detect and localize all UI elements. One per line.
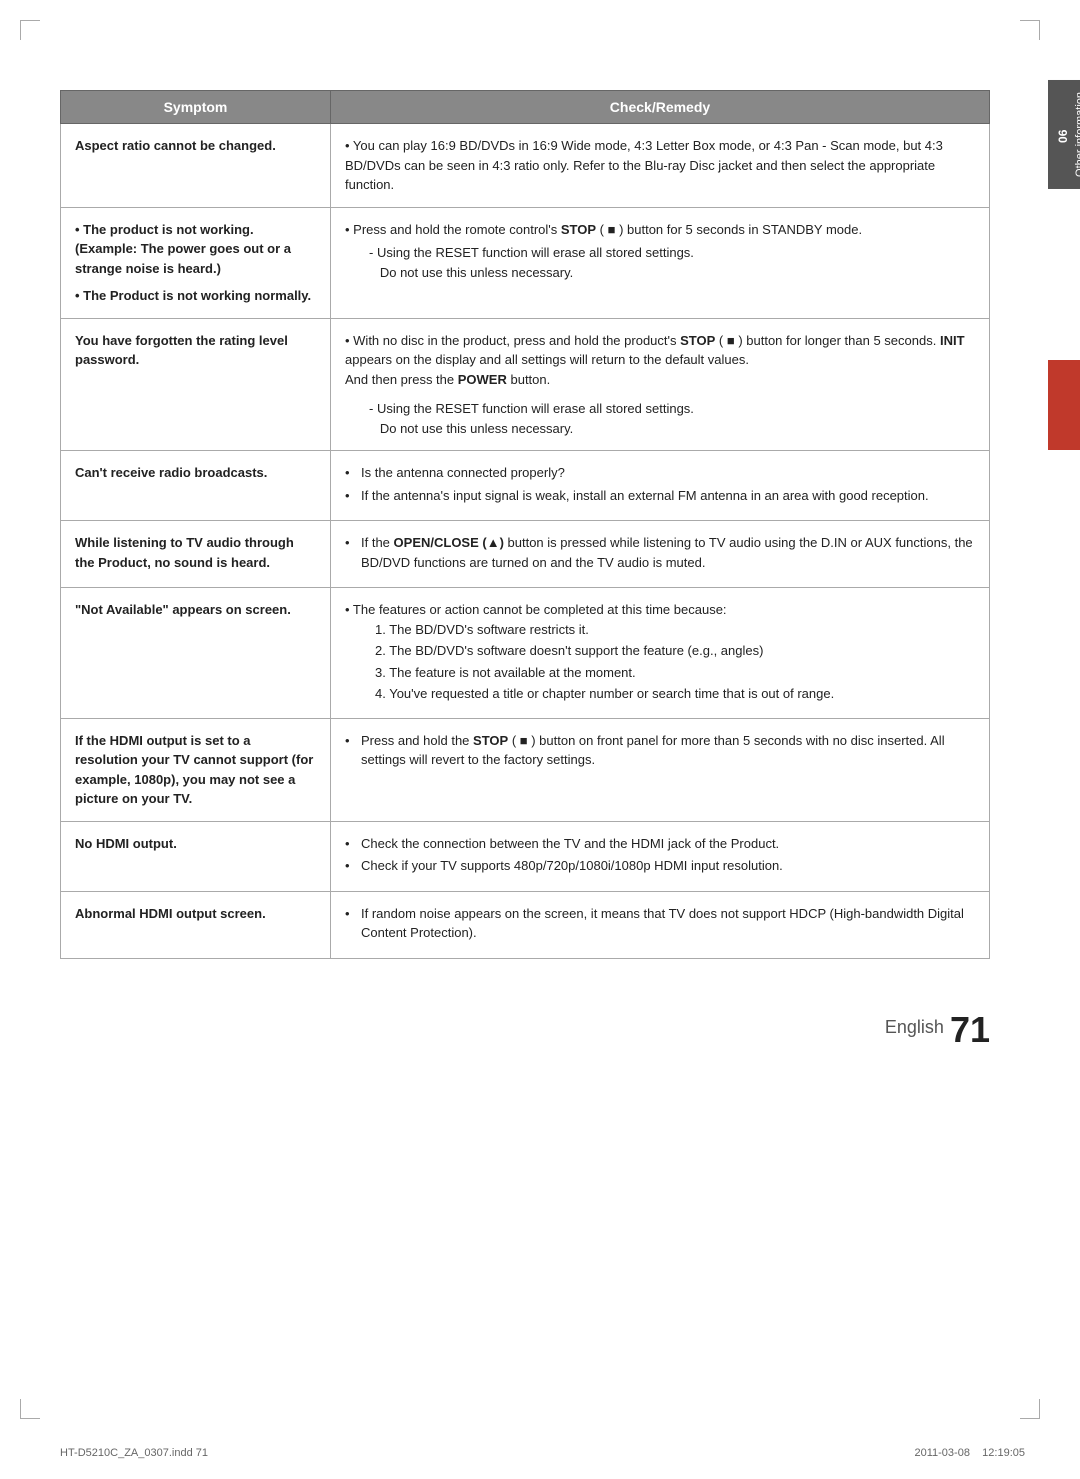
remedy-intro: • The features or action cannot be compl…	[345, 600, 975, 620]
remedy-cell: Press and hold the STOP ( ■ ) button on …	[331, 718, 990, 821]
remedy-cell: If random noise appears on the screen, i…	[331, 891, 990, 958]
english-label: English	[885, 1017, 944, 1051]
remedy-item: If the antenna's input signal is weak, i…	[345, 486, 975, 506]
red-bookmark-tab	[1048, 360, 1080, 450]
tab-label: Other information	[1074, 92, 1080, 177]
symptom-text: While listening to TV audio through the …	[75, 535, 294, 570]
tab-number: 06	[1056, 130, 1070, 143]
remedy-cell: • Press and hold the romote control's ST…	[331, 207, 990, 318]
remedy-bullet-1: • With no disc in the product, press and…	[345, 331, 975, 390]
remedy-cell: Is the antenna connected properly? If th…	[331, 451, 990, 521]
table-row: You have forgotten the rating level pass…	[61, 318, 990, 451]
header-remedy: Check/Remedy	[331, 91, 990, 124]
symptom-text: Abnormal HDMI output screen.	[75, 906, 266, 921]
side-tab: 06 Other information	[1048, 80, 1080, 189]
remedy-sub: - Using the RESET function will erase al…	[345, 243, 975, 282]
page-number-area: English 71	[0, 1009, 990, 1051]
remedy-item: If random noise appears on the screen, i…	[345, 904, 975, 943]
remedy-item: If the OPEN/CLOSE (▲) button is pressed …	[345, 533, 975, 572]
remedy-main: • Press and hold the romote control's ST…	[345, 220, 975, 240]
remedy-text: • You can play 16:9 BD/DVDs in 16:9 Wide…	[345, 138, 943, 192]
table-row: Can't receive radio broadcasts. Is the a…	[61, 451, 990, 521]
remedy-list: Press and hold the STOP ( ■ ) button on …	[345, 731, 975, 770]
symptom-cell: Abnormal HDMI output screen.	[61, 891, 331, 958]
symptom-part-2: • The Product is not working normally.	[75, 286, 316, 306]
symptom-text: No HDMI output.	[75, 836, 177, 851]
remedy-cell: • The features or action cannot be compl…	[331, 588, 990, 719]
remedy-list: If random noise appears on the screen, i…	[345, 904, 975, 943]
footer-date-time: 2011-03-08 12:19:05	[914, 1447, 1025, 1459]
footer-date: 2011-03-08	[914, 1447, 969, 1459]
footer-time: 12:19:05	[982, 1447, 1025, 1459]
footer: HT-D5210C_ZA_0307.indd 71 2011-03-08 12:…	[0, 1447, 1080, 1459]
table-row: "Not Available" appears on screen. • The…	[61, 588, 990, 719]
corner-tr	[1020, 20, 1040, 40]
symptom-text: Can't receive radio broadcasts.	[75, 465, 267, 480]
symptom-part-1: • The product is not working. (Example: …	[75, 220, 316, 279]
main-content: Symptom Check/Remedy Aspect ratio cannot…	[60, 90, 990, 959]
corner-bl	[20, 1399, 40, 1419]
symptom-cell: You have forgotten the rating level pass…	[61, 318, 331, 451]
corner-tl	[20, 20, 40, 40]
troubleshooting-table: Symptom Check/Remedy Aspect ratio cannot…	[60, 90, 990, 959]
table-row: No HDMI output. Check the connection bet…	[61, 821, 990, 891]
remedy-list: Check the connection between the TV and …	[345, 834, 975, 876]
remedy-item: Check the connection between the TV and …	[345, 834, 975, 854]
corner-br	[1020, 1399, 1040, 1419]
symptom-text: Aspect ratio cannot be changed.	[75, 138, 276, 153]
remedy-cell: Check the connection between the TV and …	[331, 821, 990, 891]
table-row: Abnormal HDMI output screen. If random n…	[61, 891, 990, 958]
page-number: 71	[950, 1009, 990, 1051]
table-row: If the HDMI output is set to a resolutio…	[61, 718, 990, 821]
table-row: Aspect ratio cannot be changed. • You ca…	[61, 124, 990, 208]
table-row: While listening to TV audio through the …	[61, 521, 990, 588]
table-row: • The product is not working. (Example: …	[61, 207, 990, 318]
remedy-list: If the OPEN/CLOSE (▲) button is pressed …	[345, 533, 975, 572]
symptom-cell: Aspect ratio cannot be changed.	[61, 124, 331, 208]
remedy-numbered-3: 3. The feature is not available at the m…	[345, 663, 975, 683]
remedy-item: Is the antenna connected properly?	[345, 463, 975, 483]
symptom-cell: "Not Available" appears on screen.	[61, 588, 331, 719]
page-container: 06 Other information Symptom Check/Remed…	[0, 0, 1080, 1479]
remedy-numbered-2: 2. The BD/DVD's software doesn't support…	[345, 641, 975, 661]
footer-filename: HT-D5210C_ZA_0307.indd 71	[60, 1447, 208, 1459]
remedy-item: Press and hold the STOP ( ■ ) button on …	[345, 731, 975, 770]
symptom-cell: No HDMI output.	[61, 821, 331, 891]
symptom-cell: • The product is not working. (Example: …	[61, 207, 331, 318]
remedy-cell: If the OPEN/CLOSE (▲) button is pressed …	[331, 521, 990, 588]
remedy-list: Is the antenna connected properly? If th…	[345, 463, 975, 505]
remedy-numbered-1: 1. The BD/DVD's software restricts it.	[345, 620, 975, 640]
symptom-text: "Not Available" appears on screen.	[75, 602, 291, 617]
symptom-cell: Can't receive radio broadcasts.	[61, 451, 331, 521]
remedy-numbered-4: 4. You've requested a title or chapter n…	[345, 684, 975, 704]
symptom-cell: If the HDMI output is set to a resolutio…	[61, 718, 331, 821]
symptom-cell: While listening to TV audio through the …	[61, 521, 331, 588]
symptom-text: You have forgotten the rating level pass…	[75, 333, 288, 368]
remedy-cell: • You can play 16:9 BD/DVDs in 16:9 Wide…	[331, 124, 990, 208]
remedy-item: Check if your TV supports 480p/720p/1080…	[345, 856, 975, 876]
header-symptom: Symptom	[61, 91, 331, 124]
symptom-text: If the HDMI output is set to a resolutio…	[75, 733, 313, 807]
remedy-sub: - Using the RESET function will erase al…	[345, 399, 975, 438]
remedy-cell: • With no disc in the product, press and…	[331, 318, 990, 451]
